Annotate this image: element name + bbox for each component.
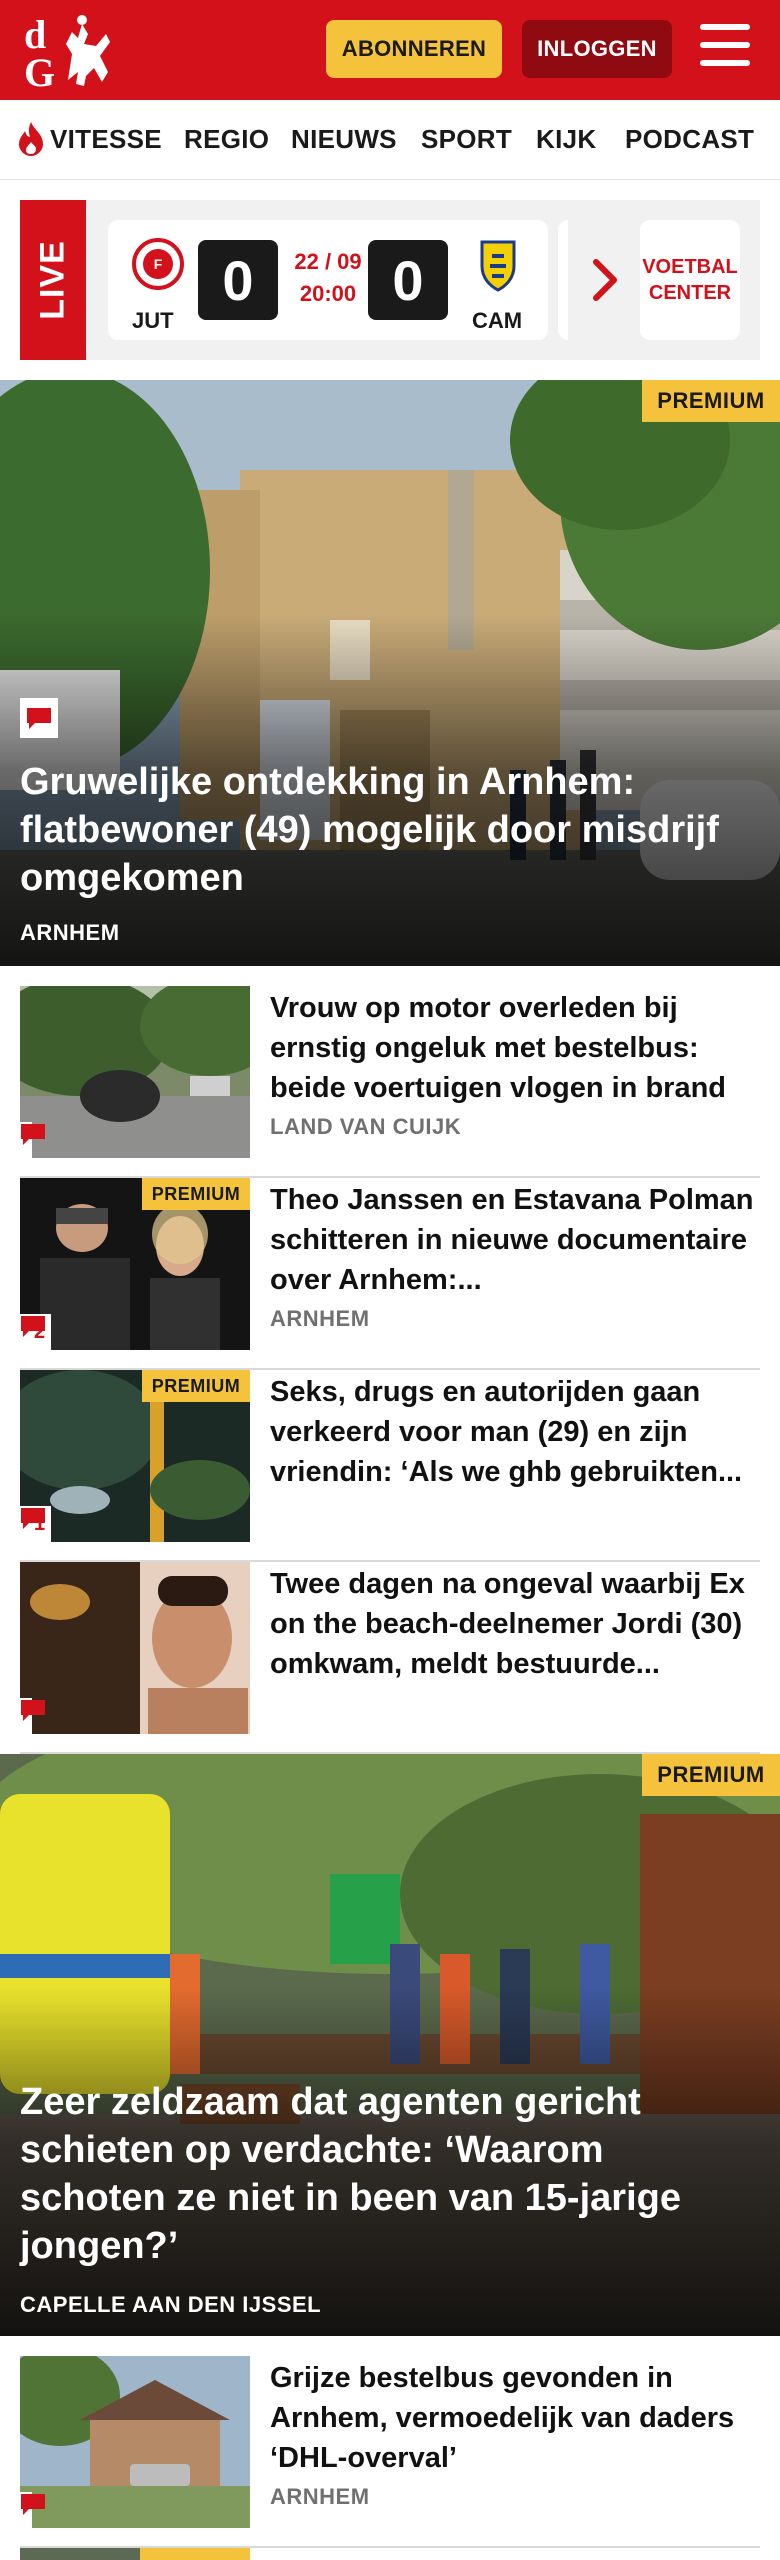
article-thumbnail: PREMIUM 2 xyxy=(20,1178,250,1350)
article-title[interactable]: Seks, drugs en autorijden gaan verkeerd … xyxy=(270,1372,760,1492)
away-score: 0 xyxy=(368,240,448,320)
home-score: 0 xyxy=(198,240,278,320)
premium-badge: PREMIUM xyxy=(142,1370,250,1402)
hero-article[interactable]: PREMIUM Gruwelijke ontdekking in Arnhem:… xyxy=(0,380,780,966)
comment-icon xyxy=(21,2494,45,2515)
list-item[interactable]: Grijze bestelbus gevonden in Arnhem, ver… xyxy=(20,2356,760,2548)
premium-badge: PREMIUM xyxy=(642,380,780,422)
comment-icon xyxy=(21,1700,45,1721)
sc-cambuur-crest-icon xyxy=(480,240,516,292)
match-time: 20:00 xyxy=(299,281,357,306)
live-match-card[interactable]: F JUT 0 22 / 09 20:00 0 CAM xyxy=(108,220,548,340)
away-team-code: CAM xyxy=(472,308,523,333)
nav-item-kijk[interactable]: KIJK xyxy=(536,124,596,155)
article-thumbnail xyxy=(20,2356,250,2528)
comment-icon xyxy=(21,1316,45,1337)
main-navigation: VITESSE REGIO NIEUWS SPORT KIJK PODCAST xyxy=(0,100,780,180)
list-item[interactable]: PREMIUM 2 Theo Janssen en Estavana Polma… xyxy=(20,1178,760,1370)
article-title[interactable]: Vrouw op motor overleden bij ernstig ong… xyxy=(270,988,760,1108)
chevron-right-icon[interactable] xyxy=(590,256,620,304)
fc-utrecht-crest-icon: F xyxy=(132,238,184,290)
dg-logo[interactable]: d G xyxy=(22,10,118,92)
next-article-premium-badge xyxy=(140,2548,250,2560)
nav-item-nieuws[interactable]: NIEUWS xyxy=(291,124,397,155)
hamburger-menu-icon[interactable] xyxy=(700,24,754,72)
article-thumbnail: PREMIUM 1 xyxy=(20,1370,250,1542)
nav-item-vitesse[interactable]: VITESSE xyxy=(50,124,162,155)
article-title[interactable]: Grijze bestelbus gevonden in Arnhem, ver… xyxy=(270,2358,760,2478)
list-item[interactable]: Twee dagen na ongeval waarbij Ex on the … xyxy=(20,1562,760,1754)
article-thumbnail xyxy=(20,986,250,1158)
comments-badge[interactable]: 1 xyxy=(20,1506,52,1542)
comment-icon xyxy=(21,1124,45,1145)
home-team-code: JUT xyxy=(132,308,174,333)
live-tag: LIVE xyxy=(20,200,86,360)
match-date: 22 / 09 xyxy=(294,249,362,274)
comment-icon xyxy=(27,708,51,729)
svg-text:G: G xyxy=(24,50,55,92)
article-title[interactable]: Gruwelijke ontdekking in Arnhem: flatbew… xyxy=(20,758,740,902)
live-scores-bar: LIVE F JUT 0 22 / 09 20:00 0 CAM VOETBAL… xyxy=(20,200,760,360)
nav-item-sport[interactable]: SPORT xyxy=(421,124,512,155)
svg-text:F: F xyxy=(154,256,163,272)
nav-item-podcast[interactable]: PODCAST xyxy=(625,124,754,155)
login-button[interactable]: INLOGGEN xyxy=(522,20,672,78)
comments-badge[interactable] xyxy=(20,1122,45,1158)
article-title[interactable]: Zeer zeldzaam dat agenten gericht schiet… xyxy=(20,2078,740,2270)
hero-article[interactable]: PREMIUM Zeer zeldzaam dat agenten gerich… xyxy=(0,1754,780,2336)
list-item[interactable]: Vrouw op motor overleden bij ernstig ong… xyxy=(20,986,760,1178)
football-center-button[interactable]: VOETBAL CENTER xyxy=(640,220,740,340)
article-title[interactable]: Twee dagen na ongeval waarbij Ex on the … xyxy=(270,1564,760,1684)
comment-icon xyxy=(21,1508,45,1529)
comments-badge[interactable]: 2 xyxy=(20,1314,52,1350)
article-thumbnail xyxy=(20,1562,250,1734)
article-category: ARNHEM xyxy=(270,1306,370,1331)
comments-badge[interactable] xyxy=(20,1698,45,1734)
flame-icon xyxy=(19,122,43,156)
article-category: ARNHEM xyxy=(20,920,120,945)
next-match-card[interactable] xyxy=(558,220,568,340)
premium-badge: PREMIUM xyxy=(642,1754,780,1796)
article-category: ARNHEM xyxy=(270,2484,370,2509)
match-datetime: 22 / 09 20:00 xyxy=(278,246,378,310)
nav-item-regio[interactable]: REGIO xyxy=(184,124,269,155)
list-item[interactable]: PREMIUM 1 Seks, drugs en autorijden gaan… xyxy=(20,1370,760,1562)
subscribe-button[interactable]: ABONNEREN xyxy=(326,20,502,78)
premium-badge: PREMIUM xyxy=(142,1178,250,1210)
site-header: d G ABONNEREN INLOGGEN xyxy=(0,0,780,100)
article-category: LAND VAN CUIJK xyxy=(270,1114,462,1139)
article-category: CAPELLE AAN DEN IJSSEL xyxy=(20,2292,322,2317)
comments-badge[interactable] xyxy=(20,2492,45,2528)
article-title[interactable]: Theo Janssen en Estavana Polman schitter… xyxy=(270,1180,760,1300)
comments-badge[interactable] xyxy=(20,698,58,738)
